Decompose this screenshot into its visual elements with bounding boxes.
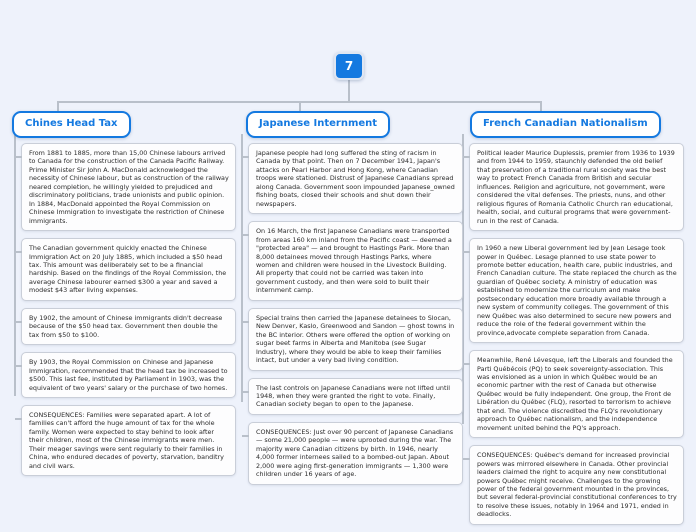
branch-node-french-canadian-nationalism[interactable]: French Canadian Nationalism [470, 111, 661, 138]
connector-spine-0 [14, 134, 16, 396]
note-card[interactable]: The Canadian government quickly enacted … [15, 238, 236, 301]
note-card[interactable]: From 1881 to 1885, more than 15,00 Chine… [15, 143, 236, 232]
note-card[interactable]: CONSEQUENCES: Families were separated ap… [15, 404, 236, 477]
note-card[interactable]: By 1903, the Royal Commission on Chinese… [15, 352, 236, 398]
branch-title: French Canadian Nationalism [483, 118, 648, 129]
note-card[interactable]: In 1960 a new Liberal government led by … [463, 238, 684, 344]
connector-root-stem [348, 80, 350, 103]
note-card[interactable]: Japanese people had long suffered the st… [242, 143, 463, 215]
note-card[interactable]: Meanwhile, René Lévesque, left the Liber… [463, 350, 684, 439]
note-card[interactable]: CONSEQUENCES: Just over 90 percent of Ja… [242, 421, 463, 485]
branch-node-chinese-head-tax[interactable]: Chines Head Tax [12, 111, 131, 138]
note-column-french-canadian-nationalism: Political leader Maurice Duplessis, prem… [463, 143, 684, 532]
note-card[interactable]: The last controls on Japanese Canadians … [242, 377, 463, 415]
note-card[interactable]: Special trains then carried the Japanese… [242, 307, 463, 371]
note-column-chinese-head-tax: From 1881 to 1885, more than 15,00 Chine… [15, 143, 236, 483]
note-card[interactable]: Political leader Maurice Duplessis, prem… [463, 143, 684, 232]
connector-spine-1 [241, 134, 243, 402]
note-card[interactable]: CONSEQUENCES: Québec's demand for increa… [463, 445, 684, 525]
note-card[interactable]: By 1902, the amount of Chinese immigrant… [15, 307, 236, 346]
mindmap-canvas: 7 Chines Head Tax Japanese Internment Fr… [0, 0, 696, 525]
branch-node-japanese-internment[interactable]: Japanese Internment [246, 111, 391, 138]
note-card[interactable]: On 16 March, the first Japanese Canadian… [242, 221, 463, 301]
note-column-japanese-internment: Japanese people had long suffered the st… [242, 143, 463, 492]
root-node[interactable]: 7 [334, 52, 364, 80]
branch-title: Chines Head Tax [25, 118, 118, 129]
branch-title: Japanese Internment [259, 118, 378, 129]
root-node-label: 7 [344, 59, 354, 73]
